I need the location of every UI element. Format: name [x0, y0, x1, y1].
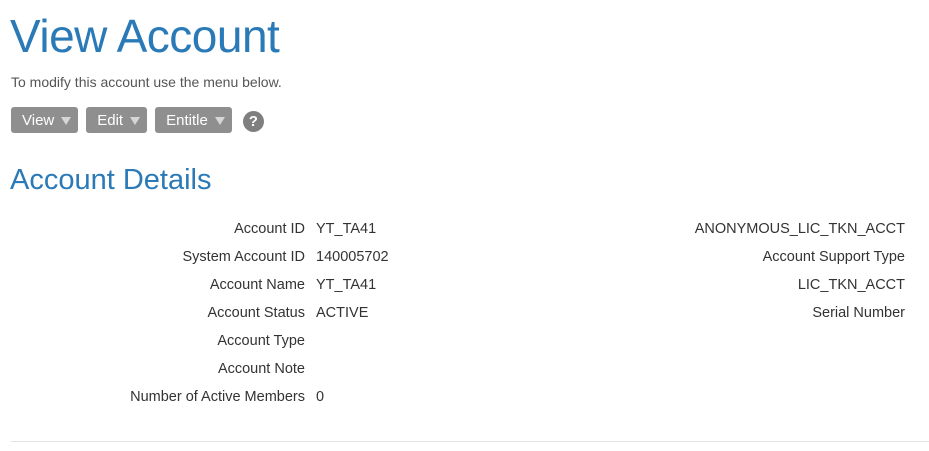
detail-label: Account Note [217, 361, 305, 377]
detail-row-active-members: Number of Active Members 0 [0, 383, 470, 411]
detail-label: System Account ID [182, 249, 306, 265]
detail-label: Number of Active Members [130, 389, 305, 405]
detail-row-system-account-id: System Account ID 140005702 [0, 243, 470, 271]
detail-row-account-id: Account ID YT_TA41 [0, 215, 470, 243]
detail-label: Account Name [209, 277, 305, 293]
right-detail-text: Account Support Type [762, 249, 905, 265]
page-subtitle: To modify this account use the menu belo… [11, 74, 282, 90]
right-detail-text: Serial Number [812, 305, 905, 321]
account-details-list: Account ID YT_TA41 System Account ID 140… [0, 215, 470, 411]
entitle-menu-label: Entitle [166, 111, 208, 129]
view-account-page: View Account To modify this account use … [0, 0, 929, 451]
detail-value: YT_TA41 [316, 277, 377, 293]
account-extra-details: ANONYMOUS_LIC_TKN_ACCT Account Support T… [505, 215, 905, 327]
view-menu-button[interactable]: View [11, 107, 79, 133]
detail-label: Account Status [207, 305, 305, 321]
detail-value: ACTIVE [316, 305, 369, 321]
detail-label: Account Type [217, 333, 305, 349]
caret-down-icon [61, 116, 72, 125]
view-menu-label: View [22, 111, 55, 129]
right-detail-text: ANONYMOUS_LIC_TKN_ACCT [694, 221, 905, 237]
detail-value: 0 [316, 389, 325, 405]
detail-row-account-name: Account Name YT_TA41 [0, 271, 470, 299]
detail-row-account-note: Account Note [0, 355, 470, 383]
detail-row-account-status: Account Status ACTIVE [0, 299, 470, 327]
section-title-account-details: Account Details [10, 164, 212, 196]
caret-down-icon [130, 116, 141, 125]
detail-row-account-type: Account Type [0, 327, 470, 355]
detail-label: Account ID [234, 221, 305, 237]
edit-menu-label: Edit [97, 111, 124, 129]
entitle-menu-button[interactable]: Entitle [155, 107, 232, 133]
page-title: View Account [10, 10, 280, 62]
right-detail-text: LIC_TKN_ACCT [797, 277, 905, 293]
help-icon[interactable]: ? [242, 110, 264, 132]
edit-menu-button[interactable]: Edit [86, 107, 148, 133]
account-menu-toolbar: View Edit Entitle ? [11, 107, 264, 133]
caret-down-icon [214, 116, 225, 125]
detail-value: YT_TA41 [316, 221, 377, 237]
detail-value: 140005702 [316, 249, 389, 265]
section-divider [11, 441, 929, 442]
